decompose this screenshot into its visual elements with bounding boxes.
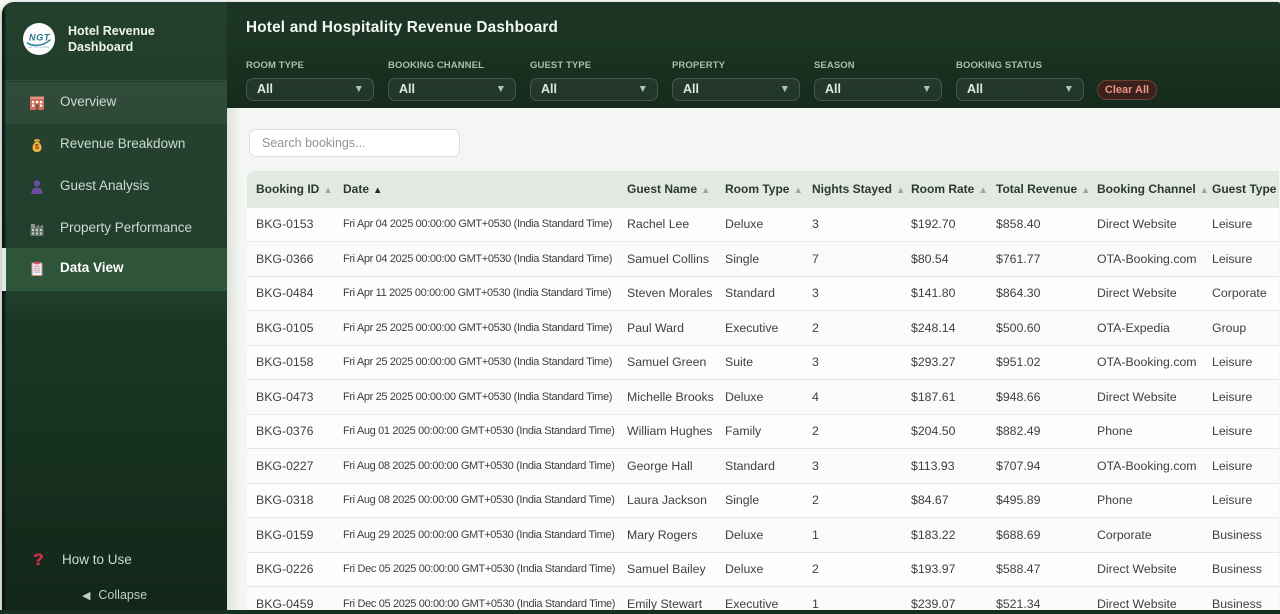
svg-text:NGT: NGT (29, 33, 51, 43)
svg-text:NGT SOLUTIONS: NGT SOLUTIONS (29, 47, 50, 49)
